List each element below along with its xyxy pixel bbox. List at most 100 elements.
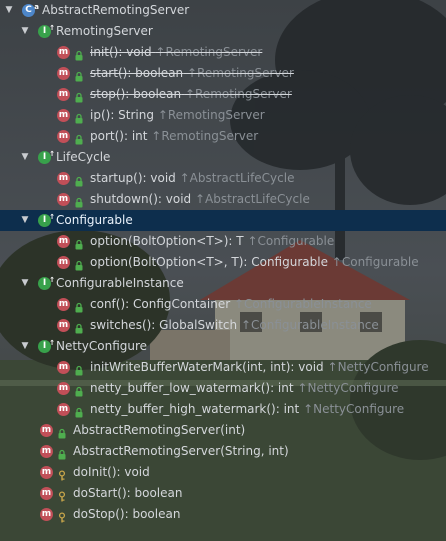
interface-letter: I <box>42 278 47 288</box>
expand-arrow-icon[interactable]: ▼ <box>20 147 30 168</box>
method-row[interactable]: m start(): boolean ↑RemotingServer <box>0 63 446 84</box>
member-signature: netty_buffer_low_watermark(): int <box>90 381 294 395</box>
member-signature: doStop(): boolean <box>73 507 181 521</box>
member-signature: initWriteBufferWaterMark(int, int): void <box>90 360 324 374</box>
tree-root-class[interactable]: ▼ Ca AbstractRemotingServer <box>0 0 446 21</box>
method-letter: m <box>58 257 69 267</box>
interface-icon: I ↑ <box>38 213 55 227</box>
method-letter: m <box>58 320 69 330</box>
method-row[interactable]: m stop(): boolean ↑RemotingServer <box>0 84 446 105</box>
interface-letter: I <box>42 215 47 225</box>
member-signature: init(): void <box>90 45 152 59</box>
method-row[interactable]: m initWriteBufferWaterMark(int, int): voi… <box>0 357 446 378</box>
method-icon: m <box>57 193 70 206</box>
method-icon: m <box>57 130 70 143</box>
class-name: AbstractRemotingServer <box>42 0 189 21</box>
inherited-from-label: ↑RemotingServer <box>151 129 259 143</box>
method-letter: m <box>58 404 69 414</box>
interface-icon: I ↑ <box>38 24 55 38</box>
structure-tree: ▼ Ca AbstractRemotingServer ▼ I ↑ RemotingServ… <box>0 0 446 525</box>
member-row[interactable]: m doStart(): boolean <box>0 483 446 504</box>
method-label: init(): void ↑RemotingServer <box>90 42 262 63</box>
interface-name: NettyConfigure <box>56 336 147 357</box>
member-signature: RemotingServer <box>56 24 153 38</box>
method-row[interactable]: m option(BoltOption<T>, T): Configurable … <box>0 252 446 273</box>
member-signature: doInit(): void <box>73 465 150 479</box>
marker-badge-icon: ↑ <box>49 24 55 32</box>
method-row[interactable]: m startup(): void ↑AbstractLifeCycle <box>0 168 446 189</box>
method-letter: m <box>58 236 69 246</box>
member-signature: ConfigurableInstance <box>56 276 184 290</box>
method-row[interactable]: m netty_buffer_high_watermark(): int ↑Net… <box>0 399 446 420</box>
method-row[interactable]: m init(): void ↑RemotingServer <box>0 42 446 63</box>
method-label: stop(): boolean ↑RemotingServer <box>90 84 292 105</box>
member-label: AbstractRemotingServer(int) <box>73 420 245 441</box>
member-row[interactable]: m AbstractRemotingServer(int) <box>0 420 446 441</box>
member-label: doInit(): void <box>73 462 150 483</box>
method-row[interactable]: m ip(): String ↑RemotingServer <box>0 105 446 126</box>
member-label: AbstractRemotingServer(String, int) <box>73 441 289 462</box>
method-label: netty_buffer_low_watermark(): int ↑Netty… <box>90 378 399 399</box>
member-row[interactable]: m doStop(): boolean <box>0 504 446 525</box>
tree-node-lifecycle[interactable]: ▼ I ↑ LifeCycle <box>0 147 446 168</box>
method-letter: m <box>58 110 69 120</box>
inherited-from-label: ↑RemotingServer <box>186 66 294 80</box>
expand-arrow-icon[interactable]: ▼ <box>20 273 30 294</box>
member-signature: NettyConfigure <box>56 339 148 353</box>
tree-node-configurable[interactable]: ▼ I ↑ Configurable <box>0 210 446 231</box>
method-icon: m <box>57 298 70 311</box>
method-row[interactable]: m port(): int ↑RemotingServer <box>0 126 446 147</box>
method-label: port(): int ↑RemotingServer <box>90 126 258 147</box>
method-row[interactable]: m option(BoltOption<T>): T ↑Configurable <box>0 231 446 252</box>
interface-name: Configurable <box>56 210 133 231</box>
member-label: doStart(): boolean <box>73 483 182 504</box>
expand-arrow-icon[interactable]: ▼ <box>20 21 30 42</box>
interface-name: ConfigurableInstance <box>56 273 184 294</box>
method-letter: m <box>58 362 69 372</box>
method-label: startup(): void ↑AbstractLifeCycle <box>90 168 294 189</box>
method-label: netty_buffer_high_watermark(): int ↑Nett… <box>90 399 404 420</box>
tree-node-nettyconfigure[interactable]: ▼ I ↑ NettyConfigure <box>0 336 446 357</box>
inherited-from-label: ↑NettyConfigure <box>303 402 405 416</box>
member-signature: Configurable <box>56 213 133 227</box>
member-row[interactable]: m AbstractRemotingServer(String, int) <box>0 441 446 462</box>
member-signature: netty_buffer_high_watermark(): int <box>90 402 300 416</box>
method-letter: m <box>41 425 52 435</box>
expand-arrow-icon[interactable]: ▼ <box>20 210 30 231</box>
method-icon: m <box>57 361 70 374</box>
marker-badge-icon: a <box>34 3 39 11</box>
public-lock-icon <box>74 173 84 187</box>
interface-letter: I <box>42 152 47 162</box>
member-signature: startup(): void <box>90 171 176 185</box>
method-row[interactable]: m netty_buffer_low_watermark(): int ↑Nett… <box>0 378 446 399</box>
method-icon: m <box>40 424 53 437</box>
method-icon: m <box>57 403 70 416</box>
member-signature: port(): int <box>90 129 148 143</box>
member-signature: conf(): ConfigContainer <box>90 297 231 311</box>
method-icon: m <box>57 319 70 332</box>
expand-arrow-icon[interactable]: ▼ <box>4 0 14 21</box>
public-lock-icon <box>74 299 84 313</box>
method-label: option(BoltOption<T>, T): Configurable ↑… <box>90 252 419 273</box>
member-row[interactable]: m doInit(): void <box>0 462 446 483</box>
method-row[interactable]: m switches(): GlobalSwitch ↑ConfigurableI… <box>0 315 446 336</box>
interface-name: RemotingServer <box>56 21 153 42</box>
method-row[interactable]: m conf(): ConfigContainer ↑ConfigurableIn… <box>0 294 446 315</box>
method-icon: m <box>40 487 53 500</box>
member-signature: LifeCycle <box>56 150 111 164</box>
method-letter: m <box>58 68 69 78</box>
tree-node-remotingserver[interactable]: ▼ I ↑ RemotingServer <box>0 21 446 42</box>
method-icon: m <box>57 46 70 59</box>
method-letter: m <box>58 89 69 99</box>
interface-icon: I ↑ <box>38 276 55 290</box>
member-signature: ip(): String <box>90 108 154 122</box>
method-icon: m <box>57 235 70 248</box>
expand-arrow-icon[interactable]: ▼ <box>20 336 30 357</box>
method-icon: m <box>40 508 53 521</box>
interface-letter: I <box>42 26 47 36</box>
method-row[interactable]: m shutdown(): void ↑AbstractLifeCycle <box>0 189 446 210</box>
member-signature: shutdown(): void <box>90 192 192 206</box>
inherited-from-label: ↑ConfigurableInstance <box>240 318 379 332</box>
inherited-from-label: ↑NettyConfigure <box>327 360 429 374</box>
tree-node-configurableinstance[interactable]: ▼ I ↑ ConfigurableInstance <box>0 273 446 294</box>
